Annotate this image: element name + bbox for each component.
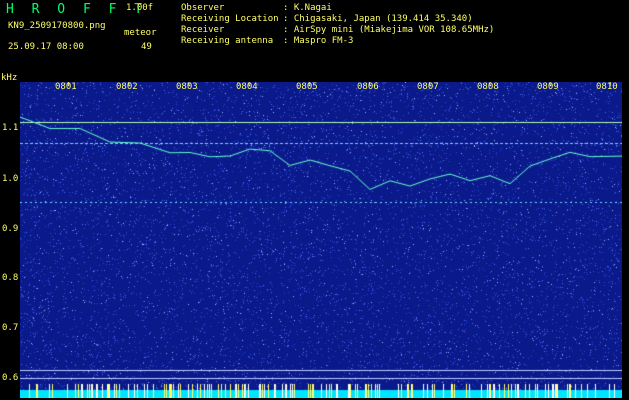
x-tick-label: 0808 (477, 82, 499, 92)
y-axis-unit: kHz (1, 73, 18, 83)
info-values: : K.Nagai : Chigasaki, Japan (139.414 35… (283, 3, 494, 47)
info-key-location: Receiving Location (181, 14, 279, 24)
meteor-label: meteor (124, 28, 157, 38)
info-value-receiver: : AirSpy mini (Miakejima VOR 108.65MHz) (283, 25, 495, 35)
y-tick-label: 0.8 (2, 273, 19, 283)
version-label: 1.00f (126, 3, 154, 13)
info-key-receiver: Receiver (181, 25, 225, 35)
info-value-observer: : K.Nagai (283, 3, 332, 13)
y-tick-label: 0.7 (2, 323, 19, 333)
spectrogram-plot (20, 82, 622, 398)
info-value-location: : Chigasaki, Japan (139.414 35.340) (283, 14, 473, 24)
y-tick-label: 1.0 (2, 174, 19, 184)
x-tick-label: 0809 (537, 82, 559, 92)
info-value-antenna: : Maspro FM-3 (283, 36, 354, 46)
x-tick-label: 0807 (417, 82, 439, 92)
y-tick-label: 0.6 (2, 373, 19, 383)
info-keys: Observer Receiving Location Receiver Rec… (181, 3, 279, 47)
x-tick-label: 0810 (596, 82, 618, 92)
x-tick-label: 0806 (357, 82, 379, 92)
y-tick-label: 0.9 (2, 224, 19, 234)
x-tick-label: 0802 (116, 82, 138, 92)
info-key-observer: Observer (181, 3, 225, 13)
meteor-count: 49 (141, 42, 152, 52)
datetime-label: 25.09.17 08:00 (8, 42, 84, 52)
x-tick-label: 0803 (176, 82, 198, 92)
file-name: KN9_2509170800.png (8, 21, 106, 31)
y-tick-label: 1.1 (2, 123, 19, 133)
x-tick-label: 0805 (296, 82, 318, 92)
x-tick-label: 0804 (236, 82, 258, 92)
info-key-antenna: Receiving antenna (181, 36, 274, 46)
x-tick-label: 0801 (55, 82, 77, 92)
